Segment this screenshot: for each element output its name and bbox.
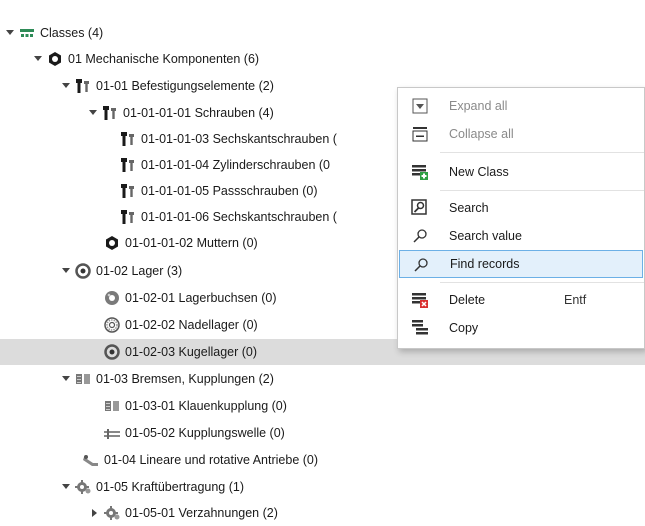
- menu-item-label: Delete: [449, 293, 486, 307]
- tree-node-label: Classes (4): [40, 26, 104, 40]
- tree-node-label: 01-02-03 Kugellager (0): [125, 345, 258, 359]
- hex-nut-icon: [47, 51, 63, 67]
- menu-item-shortcut: Entf: [564, 293, 587, 307]
- expanded-arrow-icon[interactable]: [61, 266, 71, 276]
- tree-node-klauenkupplung[interactable]: 01-03-01 Klauenkupplung (0): [0, 393, 645, 419]
- bushing-icon: [104, 290, 120, 306]
- collapsed-arrow-icon[interactable]: [90, 508, 100, 518]
- tree-node-label: 01-01-01-06 Sechskantschrauben (: [141, 210, 337, 224]
- menu-item-find-records[interactable]: Find records: [399, 250, 643, 278]
- expanded-arrow-icon[interactable]: [5, 28, 15, 38]
- clutch-icon: [75, 371, 91, 387]
- menu-item-label: Collapse all: [449, 127, 514, 141]
- needle-bearing-icon: [104, 317, 120, 333]
- gear-icon: [104, 505, 120, 521]
- menu-item-copy[interactable]: Copy: [399, 314, 643, 342]
- menu-item-label: Search: [449, 201, 489, 215]
- tree-node-label: 01-03-01 Klauenkupplung (0): [125, 399, 287, 413]
- menu-item-label: New Class: [449, 165, 509, 179]
- expand-all-icon: [410, 96, 430, 116]
- tree-node-kupplungswelle[interactable]: 01-05-02 Kupplungswelle (0): [0, 420, 645, 446]
- delete-icon: [410, 290, 430, 310]
- ball-bearing-icon: [104, 344, 120, 360]
- class-root-icon: [19, 25, 35, 41]
- screw-icon: [120, 157, 136, 173]
- tree-node-label: 01-01 Befestigungselemente (2): [96, 79, 274, 93]
- tree-node-label: 01-01-01-04 Zylinderschrauben (0: [141, 158, 330, 172]
- shaft-icon: [104, 425, 120, 441]
- search-icon: [410, 198, 430, 218]
- screw-icon: [102, 105, 118, 121]
- clutch-icon: [104, 398, 120, 414]
- menu-separator: [440, 190, 644, 191]
- menu-item-label: Search value: [449, 229, 522, 243]
- tree-node-label: 01-02 Lager (3): [96, 264, 183, 278]
- tree-node-label: 01-05-02 Kupplungswelle (0): [125, 426, 285, 440]
- menu-item-new-class[interactable]: New Class: [399, 158, 643, 186]
- menu-separator: [440, 282, 644, 283]
- new-class-icon: [410, 162, 430, 182]
- tree-node-root[interactable]: Classes (4): [0, 20, 645, 46]
- menu-item-collapse-all[interactable]: Collapse all: [399, 120, 643, 148]
- menu-item-search[interactable]: Search: [399, 194, 643, 222]
- menu-item-expand-all[interactable]: Expand all: [399, 92, 643, 120]
- expanded-arrow-icon[interactable]: [88, 108, 98, 118]
- screw-icon: [120, 131, 136, 147]
- expanded-arrow-icon[interactable]: [61, 374, 71, 384]
- screw-icon: [75, 78, 91, 94]
- tree-node-bremsen-kupplungen[interactable]: 01-03 Bremsen, Kupplungen (2): [0, 366, 645, 392]
- expanded-arrow-icon[interactable]: [33, 54, 43, 64]
- magnifier-icon: [411, 255, 431, 275]
- gear-icon: [75, 479, 91, 495]
- collapse-all-icon: [410, 124, 430, 144]
- expanded-arrow-icon[interactable]: [61, 81, 71, 91]
- context-menu: Expand all Collapse all New Class Search…: [397, 87, 645, 349]
- tree-node-verzahnungen[interactable]: 01-05-01 Verzahnungen (2): [0, 500, 645, 526]
- tree-node-label: 01-04 Lineare und rotative Antriebe (0): [104, 453, 319, 467]
- tree-node-label: 01-02-01 Lagerbuchsen (0): [125, 291, 277, 305]
- screw-icon: [120, 209, 136, 225]
- tree-node-label: 01-01-01-01 Schrauben (4): [123, 106, 274, 120]
- tree-node-label: 01-01-01-02 Muttern (0): [125, 236, 258, 250]
- menu-item-label: Find records: [450, 257, 520, 271]
- tree-node-label: 01-05 Kraftübertragung (1): [96, 480, 245, 494]
- menu-item-search-value[interactable]: Search value: [399, 222, 643, 250]
- tree-node-label: 01-01-01-03 Sechskantschrauben (: [141, 132, 337, 146]
- menu-item-label: Copy: [449, 321, 479, 335]
- tree-node-label: 01 Mechanische Komponenten (6): [68, 52, 260, 66]
- hex-nut-icon: [104, 235, 120, 251]
- copy-icon: [410, 318, 430, 338]
- menu-separator: [440, 152, 644, 153]
- tree-node-mechanische-komponenten[interactable]: 01 Mechanische Komponenten (6): [0, 46, 645, 72]
- tree-node-antriebe[interactable]: 01-04 Lineare und rotative Antriebe (0): [0, 447, 645, 473]
- bearing-icon: [75, 263, 91, 279]
- tree-node-kraftuebertragung[interactable]: 01-05 Kraftübertragung (1): [0, 474, 645, 500]
- drive-icon: [83, 452, 99, 468]
- tree-node-label: 01-05-01 Verzahnungen (2): [125, 506, 278, 520]
- menu-item-delete[interactable]: Delete Entf: [399, 286, 643, 314]
- tree-node-label: 01-01-01-05 Passschrauben (0): [141, 184, 318, 198]
- tree-node-label: 01-02-02 Nadellager (0): [125, 318, 258, 332]
- menu-item-label: Expand all: [449, 99, 508, 113]
- magnifier-icon: [410, 226, 430, 246]
- tree-node-label: 01-03 Bremsen, Kupplungen (2): [96, 372, 274, 386]
- expanded-arrow-icon[interactable]: [61, 482, 71, 492]
- screw-icon: [120, 183, 136, 199]
